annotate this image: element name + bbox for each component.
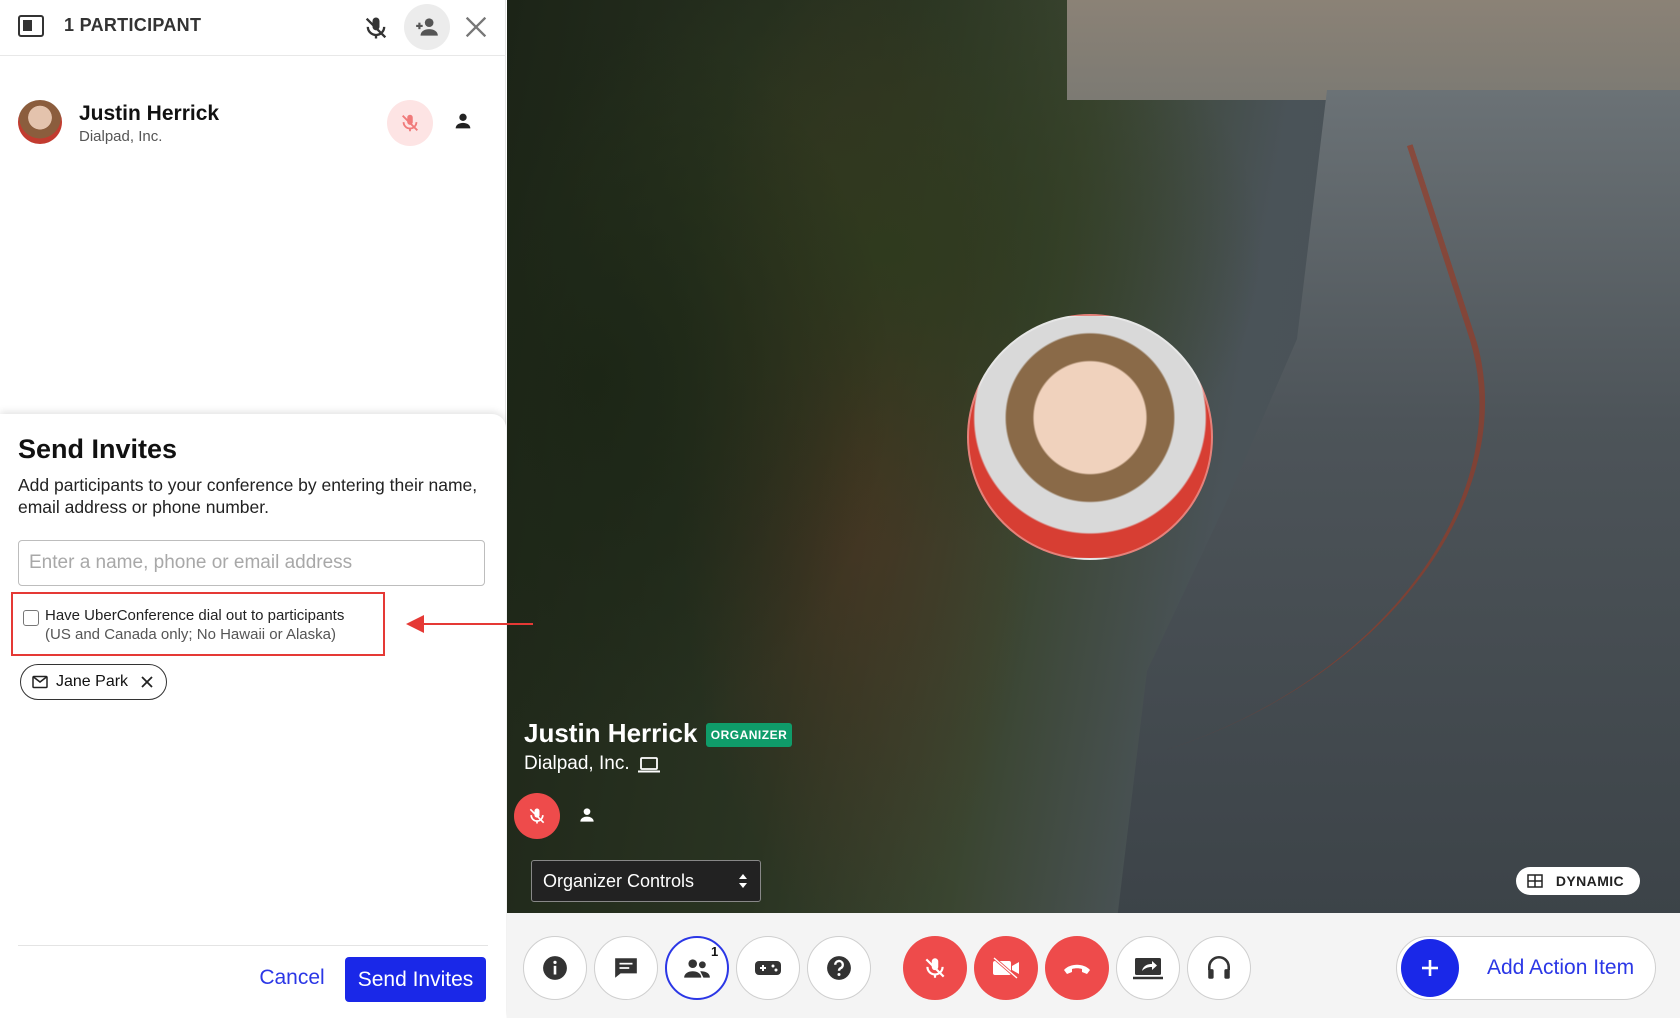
avatar: [18, 100, 62, 144]
organizer-controls-label: Organizer Controls: [543, 870, 695, 891]
mail-icon: [32, 675, 48, 689]
speaker-avatar: [967, 314, 1213, 560]
add-person-button[interactable]: [404, 4, 450, 50]
annotation-arrow-head: [406, 615, 424, 633]
hang-up-button[interactable]: [1045, 936, 1109, 1000]
laptop-icon: [638, 757, 660, 778]
help-button[interactable]: [807, 936, 871, 1000]
speaker-mute-button[interactable]: [514, 793, 560, 839]
game-button[interactable]: [736, 936, 800, 1000]
participant-count: 1 PARTICIPANT: [64, 15, 202, 35]
panel-header: 1 PARTICIPANT: [0, 0, 506, 56]
dial-out-note: (US and Canada only; No Hawaii or Alaska…: [45, 626, 336, 643]
participants-panel: 1 PARTICIPANT Justin Herrick Dialpad, In…: [0, 0, 506, 1018]
speaker-name: Justin Herrick: [524, 718, 698, 748]
participant-company: Dialpad, Inc.: [79, 128, 163, 145]
audio-settings-button[interactable]: [1187, 936, 1251, 1000]
dial-out-checkbox[interactable]: [23, 610, 39, 626]
info-icon: [543, 956, 567, 980]
background-sky: [1067, 0, 1680, 100]
help-icon: [827, 956, 851, 980]
participants-button[interactable]: 1: [665, 936, 729, 1000]
send-invites-button[interactable]: Send Invites: [345, 957, 486, 1002]
info-button[interactable]: [523, 936, 587, 1000]
annotation-arrow-line: [423, 623, 533, 625]
participants-icon: [684, 959, 710, 978]
hang-up-icon: [1064, 964, 1090, 974]
select-arrows-icon: [739, 874, 747, 888]
annotation-highlight-box: [11, 592, 385, 656]
add-person-icon: [416, 18, 438, 36]
mute-button[interactable]: [903, 936, 967, 1000]
mute-all-icon[interactable]: [362, 14, 390, 42]
muted-mic-icon: [402, 114, 418, 132]
remove-invitee-icon[interactable]: [139, 674, 155, 690]
headset-icon: [1208, 955, 1230, 979]
bottom-toolbar: 1 Add Action Item: [507, 913, 1680, 1018]
speaker-company: Dialpad, Inc.: [524, 753, 630, 774]
layout-label: DYNAMIC: [1555, 873, 1625, 889]
dial-out-label[interactable]: Have UberConference dial out to particip…: [45, 607, 344, 624]
chat-button[interactable]: [594, 936, 658, 1000]
participants-count-badge: 1: [711, 944, 719, 959]
screen-share-icon: [1133, 958, 1163, 980]
invite-title: Send Invites: [18, 434, 178, 464]
video-stage: Justin Herrick ORGANIZER Dialpad, Inc. O…: [507, 0, 1680, 913]
plus-icon: [1401, 939, 1459, 997]
video-off-button[interactable]: [974, 936, 1038, 1000]
mute-icon: [925, 958, 945, 978]
organizer-badge: ORGANIZER: [706, 723, 792, 747]
muted-mic-icon: [529, 808, 545, 824]
screen-share-button[interactable]: [1116, 936, 1180, 1000]
chat-icon: [615, 958, 637, 978]
add-action-item-label: Add Action Item: [1487, 956, 1635, 979]
sidebar-toggle-icon[interactable]: [18, 15, 44, 37]
game-icon: [755, 961, 781, 975]
invitee-chip: Jane Park: [20, 664, 167, 700]
add-action-item-button[interactable]: Add Action Item: [1396, 936, 1656, 1000]
invitee-name: Jane Park: [56, 673, 129, 690]
cancel-button[interactable]: Cancel: [252, 956, 332, 1000]
participant-name: Justin Herrick: [79, 102, 220, 125]
person-icon[interactable]: [452, 110, 474, 132]
invite-description: Add participants to your conference by e…: [18, 475, 478, 517]
layout-dynamic-button[interactable]: DYNAMIC: [1516, 867, 1640, 895]
person-icon[interactable]: [577, 805, 597, 830]
grid-icon: [1527, 874, 1543, 888]
send-invites-sheet: Send Invites Add participants to your co…: [0, 414, 506, 1018]
organizer-controls-select[interactable]: Organizer Controls: [531, 860, 761, 902]
video-off-icon: [993, 956, 1019, 980]
close-icon[interactable]: [462, 13, 490, 41]
participant-mute-button[interactable]: [387, 100, 433, 146]
invite-search-input[interactable]: [18, 540, 485, 586]
participant-list-item: Justin Herrick Dialpad, Inc.: [0, 90, 506, 156]
divider: [18, 945, 488, 946]
